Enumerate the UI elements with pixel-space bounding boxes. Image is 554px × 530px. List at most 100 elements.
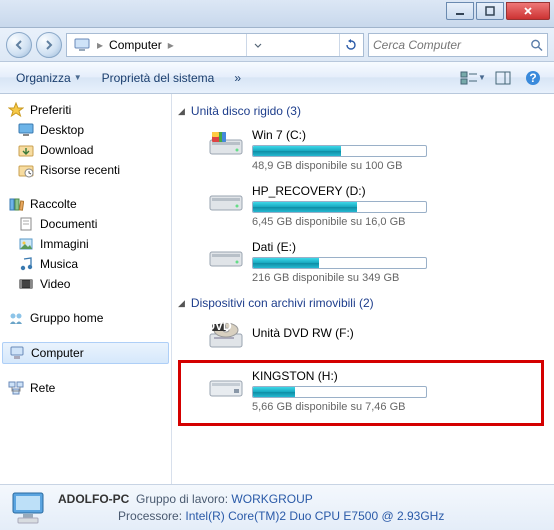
breadcrumb-computer[interactable]: Computer bbox=[105, 38, 166, 52]
network-header[interactable]: Rete bbox=[0, 378, 171, 398]
preview-pane-button[interactable] bbox=[490, 67, 516, 89]
address-bar[interactable]: ▸ Computer ▸ bbox=[66, 33, 364, 57]
recent-icon bbox=[18, 162, 34, 178]
favorites-label: Preferiti bbox=[30, 103, 71, 117]
libraries-icon bbox=[8, 196, 24, 212]
forward-button[interactable] bbox=[36, 32, 62, 58]
drive-name: Dati (E:) bbox=[252, 240, 540, 254]
sidebar-item-recent[interactable]: Risorse recenti bbox=[0, 160, 171, 180]
drive-name: Win 7 (C:) bbox=[252, 128, 540, 142]
pc-name: ADOLFO-PC bbox=[58, 492, 129, 506]
nav-bar: ▸ Computer ▸ bbox=[0, 28, 554, 62]
hdd-icon bbox=[208, 128, 244, 158]
close-button[interactable] bbox=[506, 2, 550, 20]
nav-label: Download bbox=[40, 143, 93, 157]
libraries-header[interactable]: Raccolte bbox=[0, 194, 171, 214]
workgroup-value: WORKGROUP bbox=[231, 492, 312, 506]
desktop-icon bbox=[18, 122, 34, 138]
dvd-drive-icon: DVD bbox=[208, 320, 244, 350]
chevron-down-icon: ▼ bbox=[74, 73, 82, 82]
documents-icon bbox=[18, 216, 34, 232]
sidebar-item-video[interactable]: Video bbox=[0, 274, 171, 294]
hdd-icon bbox=[208, 240, 244, 270]
drive-item-kingston[interactable]: KINGSTON (H:) 5,66 GB disponibile su 7,4… bbox=[178, 360, 544, 426]
system-properties-button[interactable]: Proprietà del sistema bbox=[94, 67, 223, 89]
help-button[interactable]: ? bbox=[520, 67, 546, 89]
nav-label: Documenti bbox=[40, 217, 97, 231]
svg-text:DVD: DVD bbox=[208, 320, 232, 333]
refresh-button[interactable] bbox=[339, 34, 361, 56]
cpu-label: Processore: bbox=[118, 509, 182, 523]
address-dropdown[interactable] bbox=[246, 34, 268, 56]
homegroup-header[interactable]: Gruppo home bbox=[0, 308, 171, 328]
svg-text:?: ? bbox=[529, 71, 536, 85]
capacity-bar bbox=[252, 386, 427, 398]
group-header-hdd[interactable]: ◢ Unità disco rigido (3) bbox=[178, 100, 544, 124]
content-pane: ◢ Unità disco rigido (3) Win 7 (C:) 48,9… bbox=[172, 94, 554, 484]
computer-icon bbox=[9, 345, 25, 361]
drive-name: KINGSTON (H:) bbox=[252, 369, 537, 383]
drive-item-c[interactable]: Win 7 (C:) 48,9 GB disponibile su 100 GB bbox=[178, 124, 544, 180]
computer-icon bbox=[73, 36, 91, 54]
computer-large-icon bbox=[10, 490, 48, 526]
drive-name: HP_RECOVERY (D:) bbox=[252, 184, 540, 198]
libraries-label: Raccolte bbox=[30, 197, 77, 211]
toolbar-overflow[interactable]: » bbox=[226, 67, 249, 89]
group-title: Dispositivi con archivi rimovibili (2) bbox=[191, 296, 374, 310]
back-button[interactable] bbox=[6, 32, 32, 58]
more-label: » bbox=[234, 71, 241, 85]
chevron-right-icon: ▸ bbox=[166, 38, 176, 52]
drive-item-d[interactable]: HP_RECOVERY (D:) 6,45 GB disponibile su … bbox=[178, 180, 544, 236]
network-icon bbox=[8, 380, 24, 396]
homegroup-label: Gruppo home bbox=[30, 311, 103, 325]
maximize-button[interactable] bbox=[476, 2, 504, 20]
nav-label: Immagini bbox=[40, 237, 89, 251]
sidebar-item-documents[interactable]: Documenti bbox=[0, 214, 171, 234]
drive-subtext: 216 GB disponibile su 349 GB bbox=[252, 272, 540, 284]
video-icon bbox=[18, 276, 34, 292]
command-bar: Organizza▼ Proprietà del sistema » ▼ ? bbox=[0, 62, 554, 94]
homegroup-icon bbox=[8, 310, 24, 326]
minimize-button[interactable] bbox=[446, 2, 474, 20]
search-box[interactable] bbox=[368, 33, 548, 57]
collapse-icon: ◢ bbox=[178, 298, 185, 309]
chevron-right-icon: ▸ bbox=[95, 38, 105, 52]
drive-subtext: 5,66 GB disponibile su 7,46 GB bbox=[252, 401, 537, 413]
cpu-value: Intel(R) Core(TM)2 Duo CPU E7500 @ 2.93G… bbox=[185, 509, 444, 523]
music-icon bbox=[18, 256, 34, 272]
organize-menu[interactable]: Organizza▼ bbox=[8, 67, 90, 89]
search-input[interactable] bbox=[373, 38, 530, 52]
nav-label: Video bbox=[40, 277, 70, 291]
capacity-bar bbox=[252, 145, 427, 157]
sidebar-item-pictures[interactable]: Immagini bbox=[0, 234, 171, 254]
hdd-icon bbox=[208, 184, 244, 214]
drive-subtext: 48,9 GB disponibile su 100 GB bbox=[252, 160, 540, 172]
chevron-down-icon: ▼ bbox=[478, 73, 486, 82]
network-label: Rete bbox=[30, 381, 55, 395]
drive-subtext: 6,45 GB disponibile su 16,0 GB bbox=[252, 216, 540, 228]
workgroup-label: Gruppo di lavoro: bbox=[136, 492, 228, 506]
collapse-icon: ◢ bbox=[178, 106, 185, 117]
group-title: Unità disco rigido (3) bbox=[191, 104, 301, 118]
search-icon bbox=[530, 38, 543, 52]
sidebar-item-computer[interactable]: Computer bbox=[2, 342, 169, 364]
capacity-bar bbox=[252, 257, 427, 269]
details-pane: ADOLFO-PC Gruppo di lavoro: WORKGROUP Pr… bbox=[0, 484, 554, 530]
sidebar-item-download[interactable]: Download bbox=[0, 140, 171, 160]
nav-label: Musica bbox=[40, 257, 78, 271]
group-header-removable[interactable]: ◢ Dispositivi con archivi rimovibili (2) bbox=[178, 292, 544, 316]
nav-label: Risorse recenti bbox=[40, 163, 120, 177]
sysprops-label: Proprietà del sistema bbox=[102, 71, 215, 85]
drive-item-e[interactable]: Dati (E:) 216 GB disponibile su 349 GB bbox=[178, 236, 544, 292]
download-icon bbox=[18, 142, 34, 158]
capacity-bar bbox=[252, 201, 427, 213]
sidebar-item-desktop[interactable]: Desktop bbox=[0, 120, 171, 140]
window-titlebar bbox=[0, 0, 554, 28]
status-text: ADOLFO-PC Gruppo di lavoro: WORKGROUP Pr… bbox=[58, 491, 444, 525]
drive-item-dvd[interactable]: DVD Unità DVD RW (F:) bbox=[178, 316, 544, 358]
sidebar-item-music[interactable]: Musica bbox=[0, 254, 171, 274]
organize-label: Organizza bbox=[16, 71, 71, 85]
favorites-header[interactable]: Preferiti bbox=[0, 100, 171, 120]
pictures-icon bbox=[18, 236, 34, 252]
view-options-button[interactable]: ▼ bbox=[460, 67, 486, 89]
